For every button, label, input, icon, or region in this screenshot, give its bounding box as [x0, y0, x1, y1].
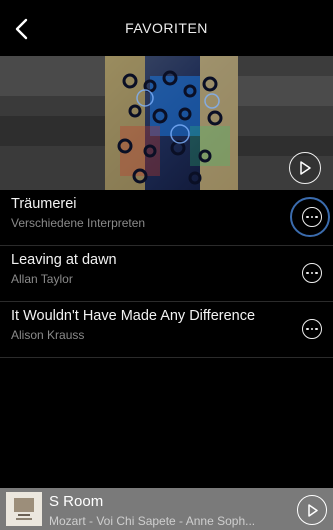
page-title: FAVORITEN	[125, 20, 208, 36]
mini-player[interactable]: S Room Mozart - Voi Chi Sapete - Anne So…	[0, 488, 333, 530]
play-circle-icon[interactable]	[297, 495, 327, 525]
track-list: Träumerei Verschiedene Interpreten Leavi…	[0, 190, 333, 358]
track-title: It Wouldn't Have Made Any Difference	[11, 308, 256, 324]
track-title: Leaving at dawn	[11, 252, 117, 268]
track-artist: Alison Krauss	[11, 328, 85, 342]
chevron-left-icon[interactable]	[8, 16, 34, 42]
now-playing-subtitle: Mozart - Voi Chi Sapete - Anne Soph...	[49, 514, 256, 528]
more-options-icon[interactable]	[302, 263, 322, 283]
track-artist: Allan Taylor	[11, 272, 73, 286]
more-options-icon[interactable]	[302, 319, 322, 339]
list-item[interactable]: Leaving at dawn Allan Taylor	[0, 246, 333, 302]
track-title: Träumerei	[11, 196, 77, 212]
artwork-image	[0, 56, 333, 190]
list-item[interactable]: Träumerei Verschiedene Interpreten	[0, 190, 333, 246]
now-playing-title: S Room	[49, 493, 104, 510]
more-options-icon[interactable]	[302, 207, 322, 227]
top-bar: FAVORITEN	[0, 0, 333, 56]
playlist-artwork[interactable]	[0, 56, 333, 190]
play-circle-icon[interactable]	[289, 152, 321, 184]
list-item[interactable]: It Wouldn't Have Made Any Difference Ali…	[0, 302, 333, 358]
track-artist: Verschiedene Interpreten	[11, 216, 146, 230]
album-cover	[6, 492, 42, 526]
